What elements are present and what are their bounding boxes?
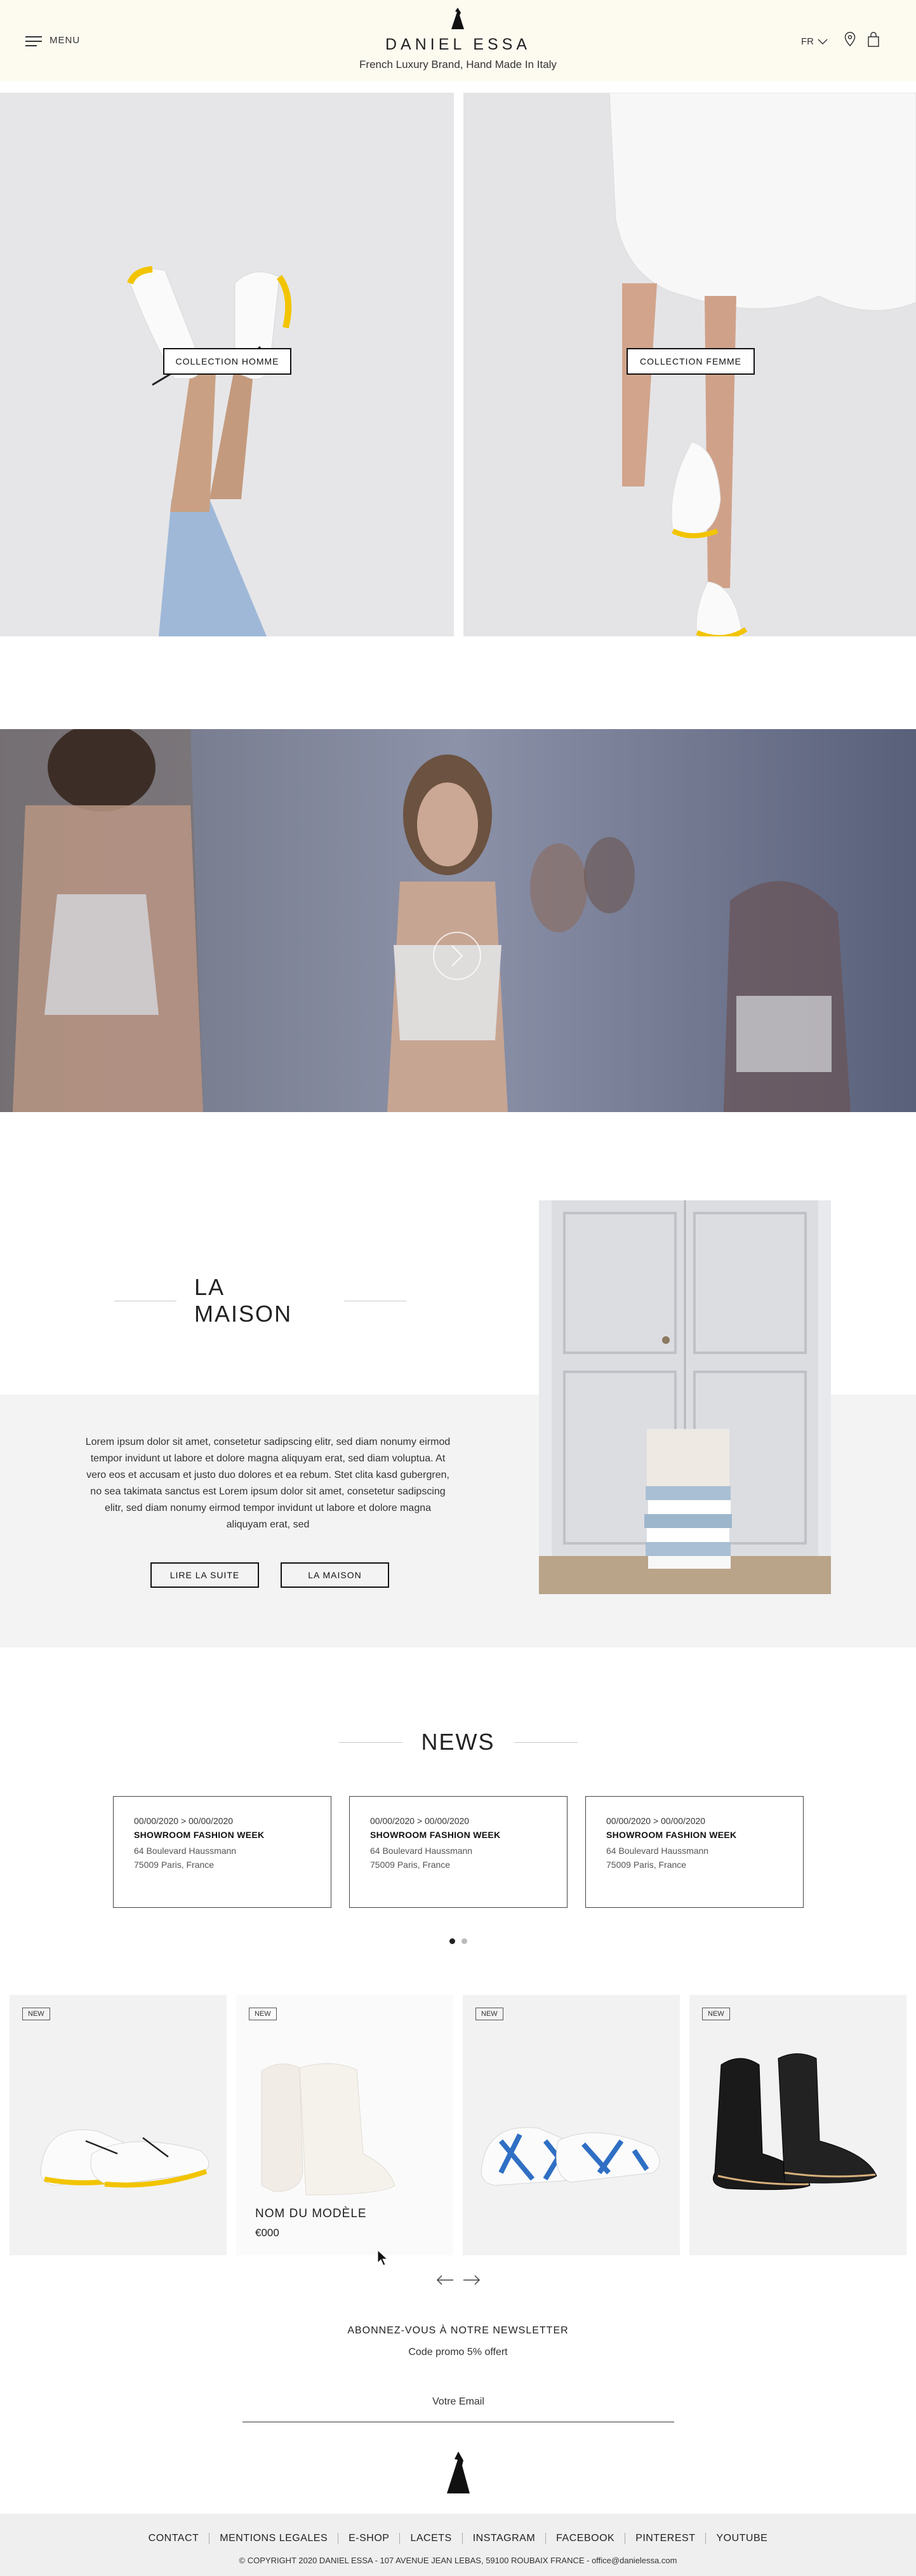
news-address-line2: 75009 Paris, France bbox=[134, 1860, 215, 1870]
maison-description: Lorem ipsum dolor sit amet, consetetur s… bbox=[85, 1437, 451, 1530]
arrow-left-icon[interactable] bbox=[435, 2274, 455, 2286]
news-address-line1: 64 Boulevard Haussmann bbox=[370, 1846, 473, 1856]
site-footer: CONTACT MENTIONS LEGALES E-SHOP LACETS I… bbox=[0, 2514, 916, 2576]
footer-link-contact[interactable]: CONTACT bbox=[138, 2533, 210, 2544]
newsletter-email-input[interactable] bbox=[242, 2382, 674, 2422]
product-card[interactable]: NEW bbox=[463, 1995, 680, 2255]
location-pin-icon[interactable] bbox=[844, 32, 856, 47]
new-badge: NEW bbox=[475, 2008, 503, 2020]
runway-video[interactable] bbox=[0, 729, 916, 1112]
footer-link-eshop[interactable]: E-SHOP bbox=[338, 2533, 401, 2544]
copyright-text: © COPYRIGHT 2020 DANIEL ESSA - 107 AVENU… bbox=[239, 2556, 677, 2565]
pagination-dot-2[interactable] bbox=[461, 1938, 467, 1944]
footer-link-instagram[interactable]: INSTAGRAM bbox=[463, 2533, 547, 2544]
new-badge: NEW bbox=[702, 2008, 730, 2020]
collection-femme-button[interactable]: COLLECTION FEMME bbox=[627, 348, 755, 375]
news-date: 00/00/2020 > 00/00/2020 bbox=[134, 1816, 234, 1826]
site-header: MENU DANIEL ESSA French Luxury Brand, Ha… bbox=[0, 0, 916, 81]
newsletter-title: ABONNEZ-VOUS À NOTRE NEWSLETTER bbox=[347, 2325, 569, 2336]
footer-link-youtube[interactable]: YOUTUBE bbox=[706, 2533, 778, 2544]
news-address-line2: 75009 Paris, France bbox=[606, 1860, 687, 1870]
footer-link-lacets[interactable]: LACETS bbox=[400, 2533, 463, 2544]
maison-heading: LA MAISON bbox=[114, 1274, 406, 1327]
news-card-title: SHOWROOM FASHION WEEK bbox=[606, 1830, 737, 1840]
maison-title: LA MAISON bbox=[194, 1274, 293, 1327]
product-name: NOM DU MODÈLE bbox=[255, 2207, 367, 2220]
brand-name[interactable]: DANIEL ESSA bbox=[0, 36, 916, 54]
footer-link-facebook[interactable]: FACEBOOK bbox=[546, 2533, 626, 2544]
chevron-down-icon bbox=[818, 38, 828, 44]
door-with-boxes-image bbox=[539, 1200, 831, 1594]
collection-homme-button[interactable]: COLLECTION HOMME bbox=[163, 348, 291, 375]
footer-nav: CONTACT MENTIONS LEGALES E-SHOP LACETS I… bbox=[0, 2533, 916, 2544]
product-image bbox=[481, 2127, 660, 2186]
collection-homme-tile[interactable]: COLLECTION HOMME bbox=[0, 93, 454, 636]
divider-line bbox=[514, 1741, 578, 1743]
news-card[interactable]: 00/00/2020 > 00/00/2020 SHOWROOM FASHION… bbox=[585, 1796, 804, 1908]
logo-icon[interactable] bbox=[449, 8, 467, 29]
collection-femme-tile[interactable]: COLLECTION FEMME bbox=[463, 93, 916, 636]
arrow-right-icon[interactable] bbox=[462, 2274, 481, 2286]
language-selector[interactable]: FR bbox=[801, 36, 828, 47]
news-card[interactable]: 00/00/2020 > 00/00/2020 SHOWROOM FASHION… bbox=[349, 1796, 568, 1908]
footer-link-mentions-legales[interactable]: MENTIONS LEGALES bbox=[209, 2533, 339, 2544]
maison-door-photo bbox=[539, 1200, 831, 1594]
new-badge: NEW bbox=[22, 2008, 50, 2020]
language-label: FR bbox=[801, 36, 814, 47]
news-card-title: SHOWROOM FASHION WEEK bbox=[134, 1830, 265, 1840]
read-more-button[interactable]: LIRE LA SUITE bbox=[150, 1562, 259, 1588]
news-date: 00/00/2020 > 00/00/2020 bbox=[606, 1816, 706, 1826]
la-maison-button[interactable]: LA MAISON bbox=[281, 1562, 389, 1588]
divider-line bbox=[338, 1741, 402, 1743]
product-card[interactable]: NEW NOM DU MODÈLE €000 bbox=[236, 1995, 453, 2255]
product-price: €000 bbox=[255, 2227, 279, 2239]
news-address-line1: 64 Boulevard Haussmann bbox=[606, 1846, 709, 1856]
product-image bbox=[40, 2129, 209, 2188]
product-image bbox=[713, 2053, 877, 2190]
news-pagination bbox=[449, 1938, 467, 1944]
news-title: NEWS bbox=[421, 1729, 495, 1755]
video-play-button[interactable] bbox=[433, 932, 481, 980]
product-card[interactable]: NEW bbox=[689, 1995, 906, 2255]
newsletter-promo: Code promo 5% offert bbox=[408, 2347, 508, 2358]
news-heading: NEWS bbox=[0, 1729, 916, 1755]
chevron-right-icon bbox=[451, 945, 463, 967]
pagination-dot-1[interactable] bbox=[449, 1938, 455, 1944]
footer-link-pinterest[interactable]: PINTEREST bbox=[625, 2533, 707, 2544]
logo-icon bbox=[447, 2452, 470, 2493]
runway-video-frame bbox=[0, 729, 916, 1112]
news-date: 00/00/2020 > 00/00/2020 bbox=[370, 1816, 470, 1826]
news-card-title: SHOWROOM FASHION WEEK bbox=[370, 1830, 501, 1840]
shopping-bag-icon[interactable] bbox=[867, 32, 880, 47]
product-card[interactable]: NEW bbox=[10, 1995, 227, 2255]
news-address-line1: 64 Boulevard Haussmann bbox=[134, 1846, 237, 1856]
mouse-cursor-icon bbox=[377, 2250, 388, 2266]
new-badge: NEW bbox=[249, 2008, 277, 2020]
news-address-line2: 75009 Paris, France bbox=[370, 1860, 451, 1870]
news-card[interactable]: 00/00/2020 > 00/00/2020 SHOWROOM FASHION… bbox=[113, 1796, 331, 1908]
brand-tagline: French Luxury Brand, Hand Made In Italy bbox=[359, 58, 557, 70]
